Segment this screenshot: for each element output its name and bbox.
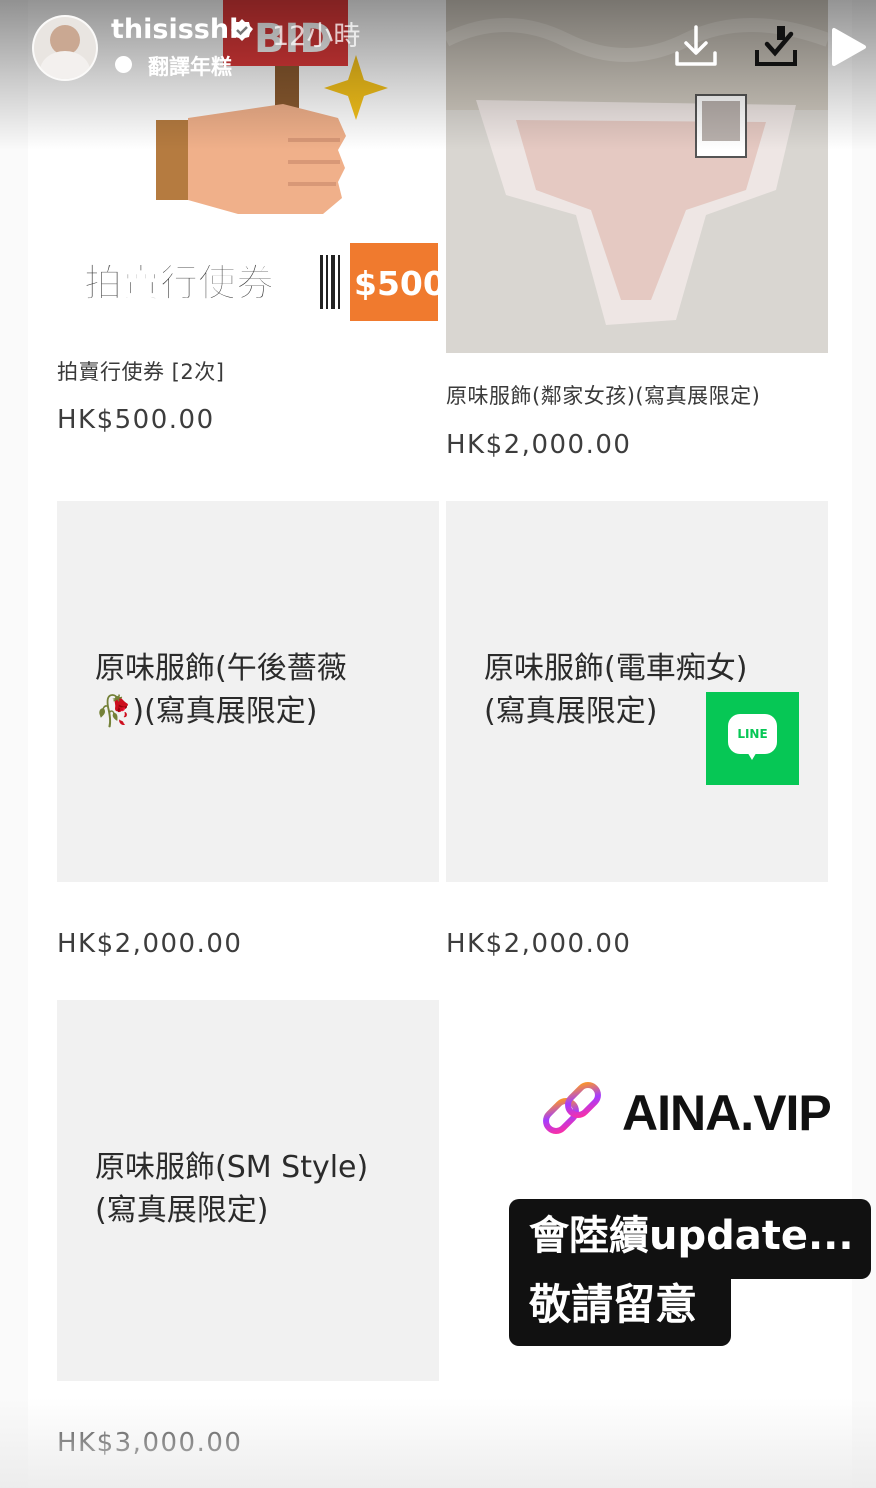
update-sticker-line2[interactable]: 敬請留意 — [509, 1270, 731, 1346]
aina-label: AINA.VIP — [622, 1085, 832, 1141]
product-title[interactable]: 原味服飾(鄰家女孩)(寫真展限定) — [446, 380, 760, 410]
product-tile[interactable]: 原味服飾(電車痴女) (寫真展限定) LINE — [446, 501, 828, 882]
product-price: HK$2,000.00 — [57, 929, 243, 959]
product-price: HK$2,000.00 — [446, 430, 632, 460]
product-tile[interactable]: 原味服飾(午後薔薇 🥀)(寫真展限定) — [57, 501, 439, 882]
product-title-line: 🥀)(寫真展限定) — [95, 694, 318, 729]
avatar[interactable] — [32, 15, 98, 81]
translate-link[interactable]: 翻譯年糕 — [148, 51, 232, 81]
product-price: HK$500.00 — [57, 405, 215, 435]
product-tile[interactable]: 原味服飾(SM Style) (寫真展限定) — [57, 1000, 439, 1381]
update-sticker-line1[interactable]: 會陸續update... — [509, 1199, 871, 1279]
price-tag: $500 — [310, 243, 452, 321]
product-title-line: 原味服飾(SM Style) — [95, 1150, 369, 1185]
product-title[interactable]: 拍賣行使券 [2次] — [57, 356, 224, 386]
svg-text:$500: $500 — [354, 264, 438, 303]
svg-text:拍賣行使券: 拍賣行使券 — [84, 261, 275, 305]
story-username[interactable]: thisisshl — [111, 14, 238, 45]
download-icon[interactable] — [671, 22, 721, 72]
product-title-line: 原味服飾(午後薔薇 — [95, 651, 347, 686]
save-icon[interactable] — [751, 22, 801, 72]
product-price: HK$3,000.00 — [57, 1428, 243, 1458]
verified-icon — [230, 18, 254, 42]
play-icon[interactable] — [826, 22, 876, 72]
rose-icon: 🥀 — [95, 694, 133, 729]
aina-sticker[interactable]: AINA.VIP — [540, 1080, 832, 1148]
product-title-line: 原味服飾(電車痴女) — [484, 651, 748, 686]
line-icon: LINE — [728, 714, 777, 754]
story-time: 12小時 — [272, 21, 361, 52]
voucher-image[interactable]: BID 拍賣行使券 $500 — [48, 0, 452, 345]
translate-dot-icon — [115, 56, 132, 73]
product-title-line: (寫真展限定) — [95, 1193, 269, 1228]
link-icon — [543, 1082, 601, 1134]
hand-icon — [156, 104, 346, 214]
line-sticker[interactable]: LINE — [706, 692, 799, 785]
product-price: HK$2,000.00 — [446, 929, 632, 959]
